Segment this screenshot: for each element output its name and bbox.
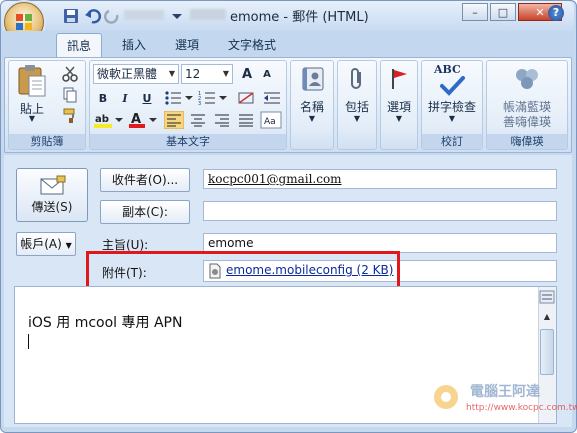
window-title: emome - 郵件 (HTML) [230,10,369,25]
bullets-icon[interactable] [164,90,194,106]
blurred-title-prefix [190,9,226,20]
copy-icon[interactable] [62,87,78,103]
blurred-toolbar [124,10,164,20]
outdent-icon[interactable] [262,90,282,106]
to-field[interactable]: kocpc001@gmail.com [203,169,557,189]
group-clipboard-label: 剪貼簿 [9,134,85,149]
bold-button[interactable]: B [94,89,112,107]
options-button[interactable]: 選項 [380,98,418,115]
send-envelope-icon [40,175,66,195]
office-logo-icon [16,14,32,30]
underline-button[interactable]: U [138,89,156,107]
highlight-color-icon[interactable]: ab [94,111,124,129]
watermark-title: 電腦王阿達 [470,384,540,400]
account-label: 帳戶(A) [20,237,62,251]
tab-insert[interactable]: 插入 [112,33,156,57]
group-basic-text-label: 基本文字 [90,134,286,149]
send-label: 傳送(S) [31,200,73,214]
svg-text:Aa: Aa [264,117,276,127]
abc-label: ABC [434,63,461,76]
address-book-icon[interactable] [300,66,326,92]
message-body-text: iOS 用 mcool 專用 APN [28,315,183,331]
watermark-url: http://www.kocpc.com.tw [466,403,577,413]
chevron-down-icon: ▼ [168,69,176,78]
meeting-icon[interactable] [512,65,542,93]
names-dropdown-icon[interactable]: ▼ [290,114,334,123]
align-left-icon[interactable] [164,111,184,129]
subject-field[interactable]: emome [203,233,557,253]
cut-icon[interactable] [62,66,78,82]
font-color-icon[interactable]: A [128,111,158,129]
include-button[interactable]: 包括 [337,98,377,115]
align-center-icon[interactable] [188,111,208,129]
font-name-select[interactable]: 微軟正黑體 ▼ [93,64,179,84]
account-button[interactable]: 帳戶(A) ▼ [16,232,76,256]
font-size-value: 12 [185,67,201,81]
paste-icon[interactable] [16,64,48,98]
styles-icon[interactable]: Aa [260,111,282,129]
grow-font-button[interactable]: A [238,65,256,83]
minimize-button[interactable]: – [462,3,488,21]
to-recipient: kocpc001@gmail.com [208,172,342,186]
numbering-icon[interactable]: 123 [198,90,228,106]
flag-icon[interactable] [386,66,412,92]
italic-button[interactable]: I [116,89,134,107]
chevron-down-icon: ▼ [65,241,72,250]
group-onenote-label: 嗨偉瑛 [487,134,567,149]
to-button[interactable]: 收件者(O)... [100,168,190,192]
format-painter-icon[interactable] [62,108,78,124]
clear-format-icon[interactable] [236,90,256,106]
cc-button[interactable]: 副本(C): [100,200,190,224]
maximize-button[interactable]: □ [490,3,516,21]
svg-text:3: 3 [198,101,201,106]
chevron-down-icon: ▼ [222,69,230,78]
spell-check-dropdown-icon[interactable]: ▼ [421,114,483,123]
svg-text:ab: ab [95,114,109,125]
include-dropdown-icon[interactable]: ▼ [337,114,377,123]
tab-format-text[interactable]: 文字格式 [218,33,286,57]
save-icon[interactable] [62,7,80,25]
group-proofing-label: 校訂 [422,134,482,149]
scroll-up-arrow-icon[interactable]: ▲ [540,312,554,322]
spell-check-icon[interactable] [438,76,466,96]
tab-options[interactable]: 選項 [165,33,209,57]
onenote-button-line2[interactable]: 善嗨偉瑛 [486,113,568,130]
quick-access-dropdown-icon[interactable] [168,7,186,25]
align-right-icon[interactable] [212,111,232,129]
paperclip-icon[interactable] [344,66,370,92]
font-name-value: 微軟正黑體 [97,67,158,81]
cc-field[interactable] [203,201,557,221]
options-dropdown-icon[interactable]: ▼ [380,114,418,123]
names-button[interactable]: 名稱 [290,98,334,115]
scrollbar-thumb[interactable] [540,329,554,375]
redo-icon[interactable] [104,7,122,25]
ruler-toggle-icon[interactable] [539,290,555,304]
paste-dropdown-icon[interactable]: ▼ [14,114,50,123]
shrink-font-button[interactable]: A [258,65,276,83]
spell-check-button[interactable]: 拼字檢查 [421,98,483,115]
font-size-select[interactable]: 12 ▼ [181,64,233,84]
justify-icon[interactable] [236,111,256,129]
tab-message[interactable]: 訊息 [56,33,103,57]
undo-icon[interactable] [84,7,102,25]
text-cursor [28,334,29,349]
help-icon[interactable]: ? [548,5,564,21]
